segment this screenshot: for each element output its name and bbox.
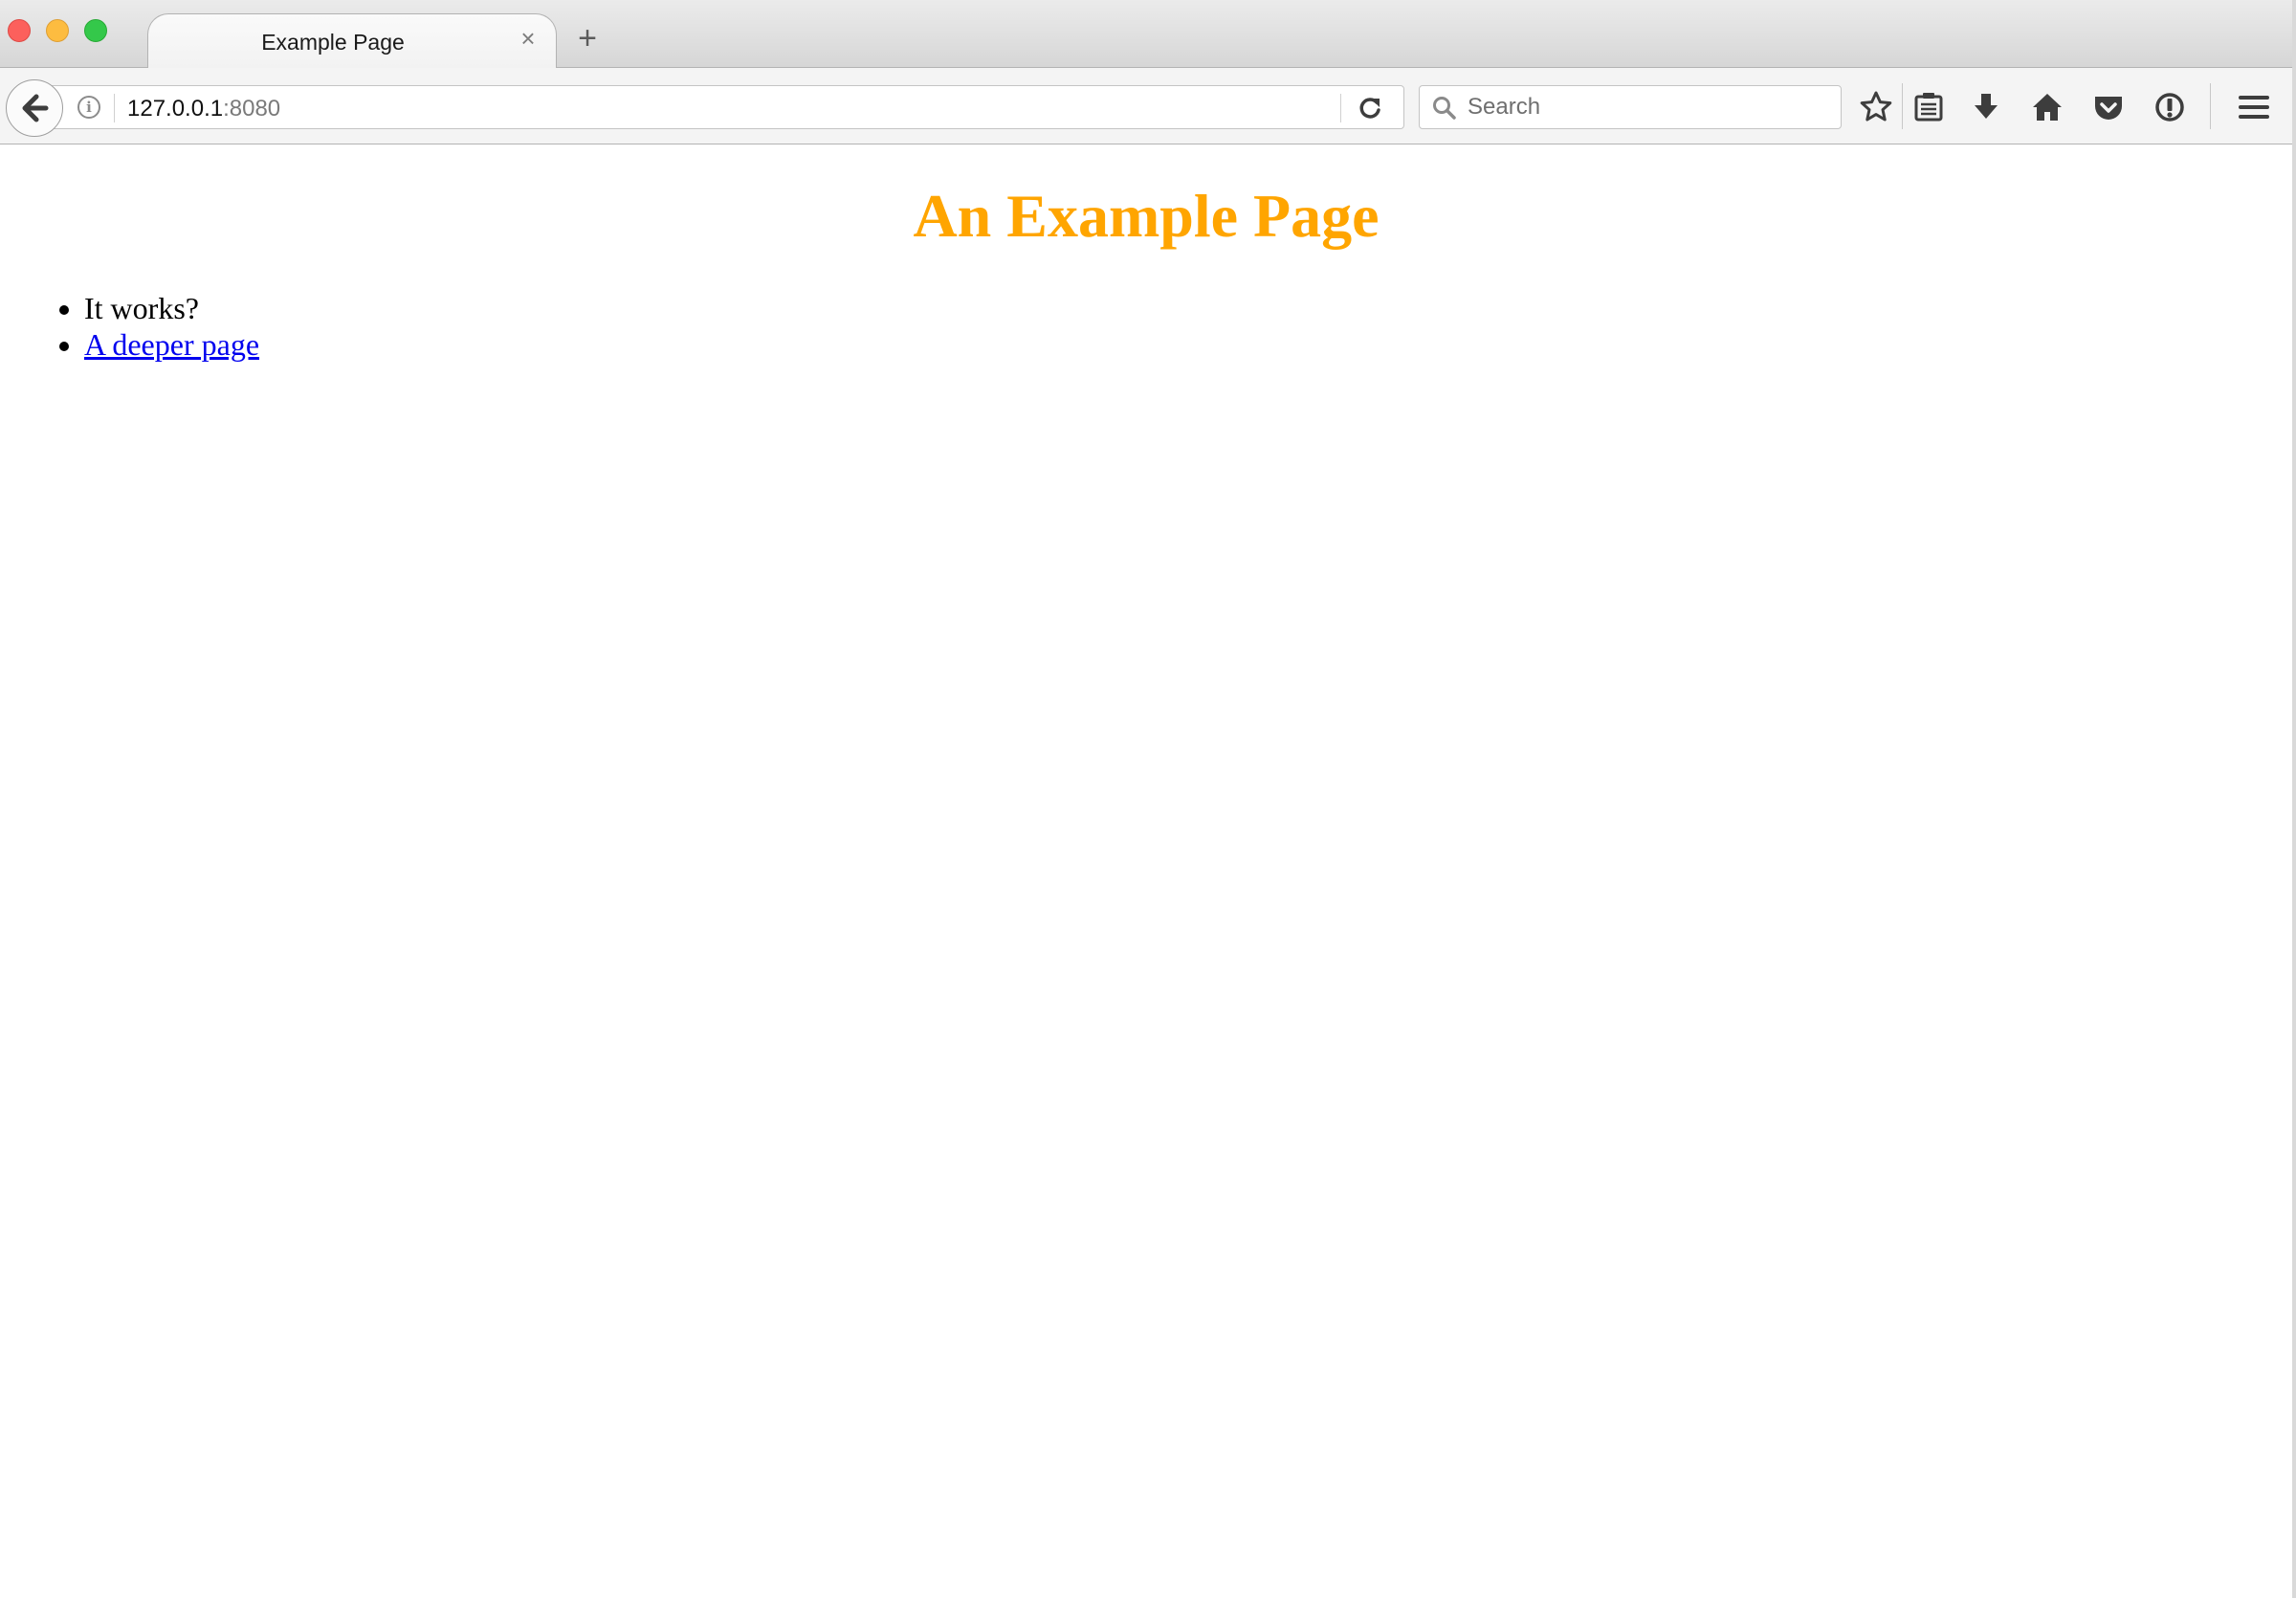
tab-example-page[interactable]: Example Page × bbox=[147, 13, 557, 69]
back-button[interactable] bbox=[6, 79, 63, 137]
reload-divider bbox=[1340, 94, 1341, 122]
url-bar[interactable]: i 127.0.0.1:8080 bbox=[50, 85, 1404, 129]
tab-close-icon[interactable]: × bbox=[518, 26, 539, 51]
content-list: It works? A deeper page bbox=[46, 290, 259, 363]
window-edge bbox=[2292, 0, 2296, 1598]
bookmark-star-icon[interactable] bbox=[1858, 89, 1894, 125]
page-content: An Example Page It works? A deeper page bbox=[0, 144, 2292, 1598]
url-port: :8080 bbox=[223, 96, 281, 122]
pocket-icon[interactable] bbox=[2090, 89, 2127, 125]
window-close-button[interactable] bbox=[8, 19, 31, 42]
search-bar[interactable] bbox=[1419, 85, 1842, 129]
url-divider bbox=[114, 94, 115, 122]
tab-title: Example Page bbox=[261, 30, 405, 55]
hamburger-menu-icon[interactable] bbox=[2236, 89, 2272, 125]
toolbar-separator bbox=[1902, 83, 1903, 129]
reader-view-icon[interactable] bbox=[1910, 89, 1947, 125]
search-icon bbox=[1433, 97, 1456, 120]
toolbar-separator bbox=[2210, 83, 2211, 129]
back-arrow-icon bbox=[22, 94, 49, 122]
page-title: An Example Page bbox=[913, 182, 1380, 250]
search-input[interactable] bbox=[1468, 92, 1821, 122]
new-tab-button[interactable]: + bbox=[572, 22, 603, 55]
url-host: 127.0.0.1 bbox=[127, 96, 224, 122]
identity-icon[interactable] bbox=[2152, 89, 2188, 125]
site-info-icon[interactable]: i bbox=[77, 96, 100, 119]
list-item: It works? bbox=[84, 290, 259, 326]
deeper-page-link[interactable]: A deeper page bbox=[84, 327, 259, 362]
window-minimize-button[interactable] bbox=[46, 19, 69, 42]
url-text[interactable]: 127.0.0.1:8080 bbox=[127, 96, 280, 122]
home-icon[interactable] bbox=[2029, 89, 2065, 125]
list-item: A deeper page bbox=[84, 326, 259, 363]
downloads-icon[interactable] bbox=[1968, 89, 2004, 125]
reload-icon[interactable] bbox=[1356, 94, 1384, 122]
window-maximize-button[interactable] bbox=[84, 19, 107, 42]
navigation-bar: i 127.0.0.1:8080 bbox=[0, 68, 2296, 144]
browser-titlebar: Example Page × + bbox=[0, 0, 2296, 69]
